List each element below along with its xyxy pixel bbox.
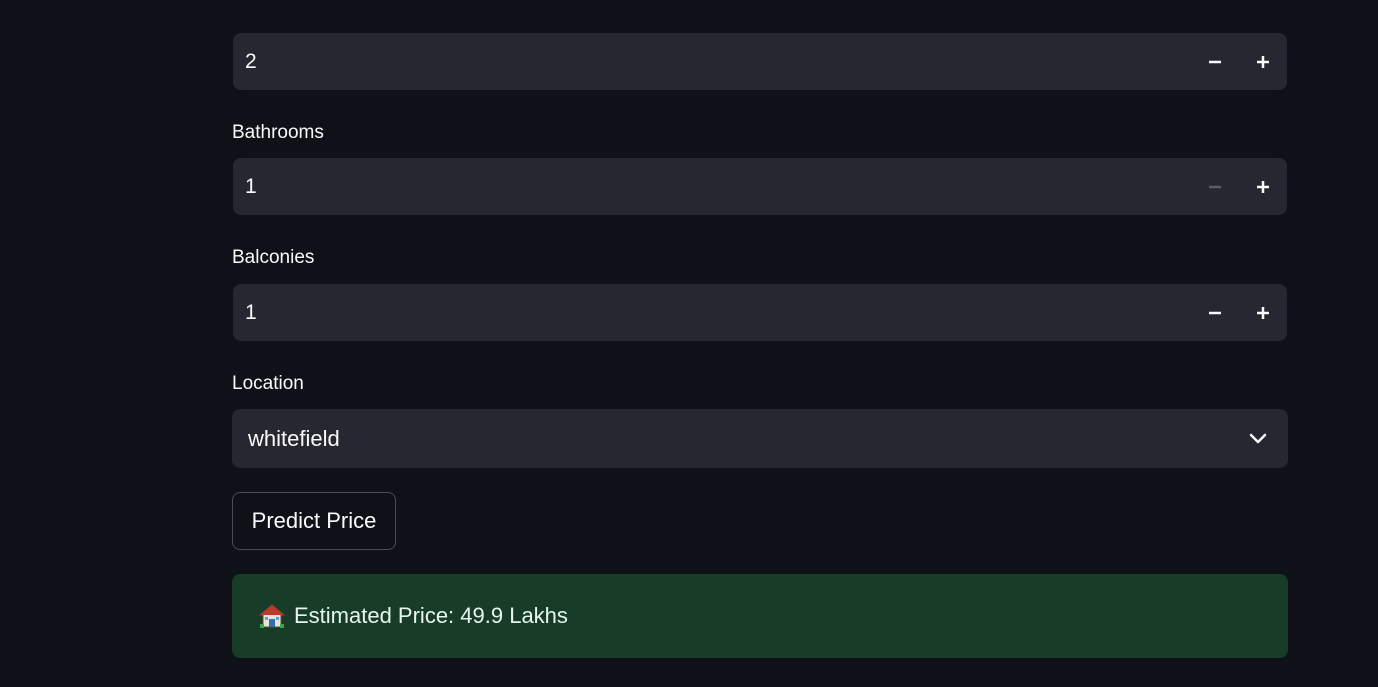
estimated-price-text: Estimated Price: 49.9 Lakhs bbox=[294, 603, 568, 628]
minus-icon bbox=[1209, 311, 1221, 314]
balconies-decrement-button[interactable] bbox=[1191, 284, 1239, 341]
plus-icon bbox=[1257, 55, 1269, 68]
balconies-value[interactable]: 1 bbox=[233, 284, 1191, 341]
plus-icon bbox=[1257, 180, 1269, 193]
bathrooms-number-input: 1 bbox=[233, 158, 1287, 215]
result-success-alert: Estimated Price: 49.9 Lakhs bbox=[232, 574, 1288, 658]
location-select[interactable]: whitefield bbox=[232, 409, 1288, 468]
minus-icon bbox=[1209, 185, 1221, 188]
bedrooms-increment-button[interactable] bbox=[1239, 33, 1287, 90]
location-selected-value: whitefield bbox=[248, 425, 340, 451]
bedrooms-decrement-button[interactable] bbox=[1191, 33, 1239, 90]
house-icon bbox=[258, 602, 286, 630]
bedrooms-value[interactable]: 2 bbox=[233, 33, 1191, 90]
bathrooms-increment-button[interactable] bbox=[1239, 158, 1287, 215]
bathrooms-decrement-button[interactable] bbox=[1191, 158, 1239, 215]
minus-icon bbox=[1209, 60, 1221, 63]
chevron-down-icon[interactable] bbox=[1228, 433, 1288, 445]
predict-price-button[interactable]: Predict Price bbox=[232, 492, 396, 550]
bathrooms-value[interactable]: 1 bbox=[233, 158, 1191, 215]
balconies-increment-button[interactable] bbox=[1239, 284, 1287, 341]
balconies-label: Balconies bbox=[232, 247, 315, 268]
location-label: Location bbox=[232, 373, 304, 394]
bathrooms-label: Bathrooms bbox=[232, 122, 324, 143]
balconies-number-input: 1 bbox=[233, 284, 1287, 341]
bedrooms-number-input: 2 bbox=[233, 33, 1287, 90]
plus-icon bbox=[1257, 306, 1269, 319]
